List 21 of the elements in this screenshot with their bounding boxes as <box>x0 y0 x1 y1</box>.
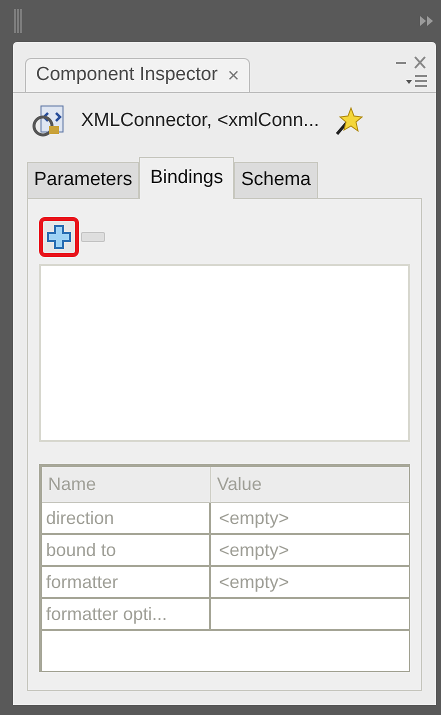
add-button[interactable] <box>39 217 79 257</box>
tab[interactable]: Schema <box>234 162 318 198</box>
table-cell-text: <empty> <box>218 538 290 562</box>
collapse-icon[interactable] <box>420 16 434 26</box>
panel-tab[interactable]: Component Inspector × <box>25 58 250 92</box>
table-cell: formatter opti... <box>42 599 211 629</box>
menu-icon[interactable] <box>406 74 428 88</box>
plus-icon <box>47 225 71 249</box>
wizard-icon[interactable] <box>333 106 364 136</box>
close-button[interactable]: × <box>228 60 240 90</box>
table-cell: direction <box>42 503 211 533</box>
tab[interactable]: Bindings <box>139 157 234 199</box>
panel-tab-title: Component Inspector <box>36 63 218 88</box>
minimize-close-icon[interactable] <box>394 56 428 70</box>
table-cell: bound to <box>42 535 211 565</box>
grip-icon[interactable] <box>13 7 23 35</box>
table-cell-text: <empty> <box>218 506 290 530</box>
table-cell: formatter <box>42 567 211 597</box>
tab[interactable]: Parameters <box>27 162 140 198</box>
component-label: XMLConnector, <xmlConn... <box>81 108 320 133</box>
table-cell-text: <empty> <box>218 570 290 594</box>
